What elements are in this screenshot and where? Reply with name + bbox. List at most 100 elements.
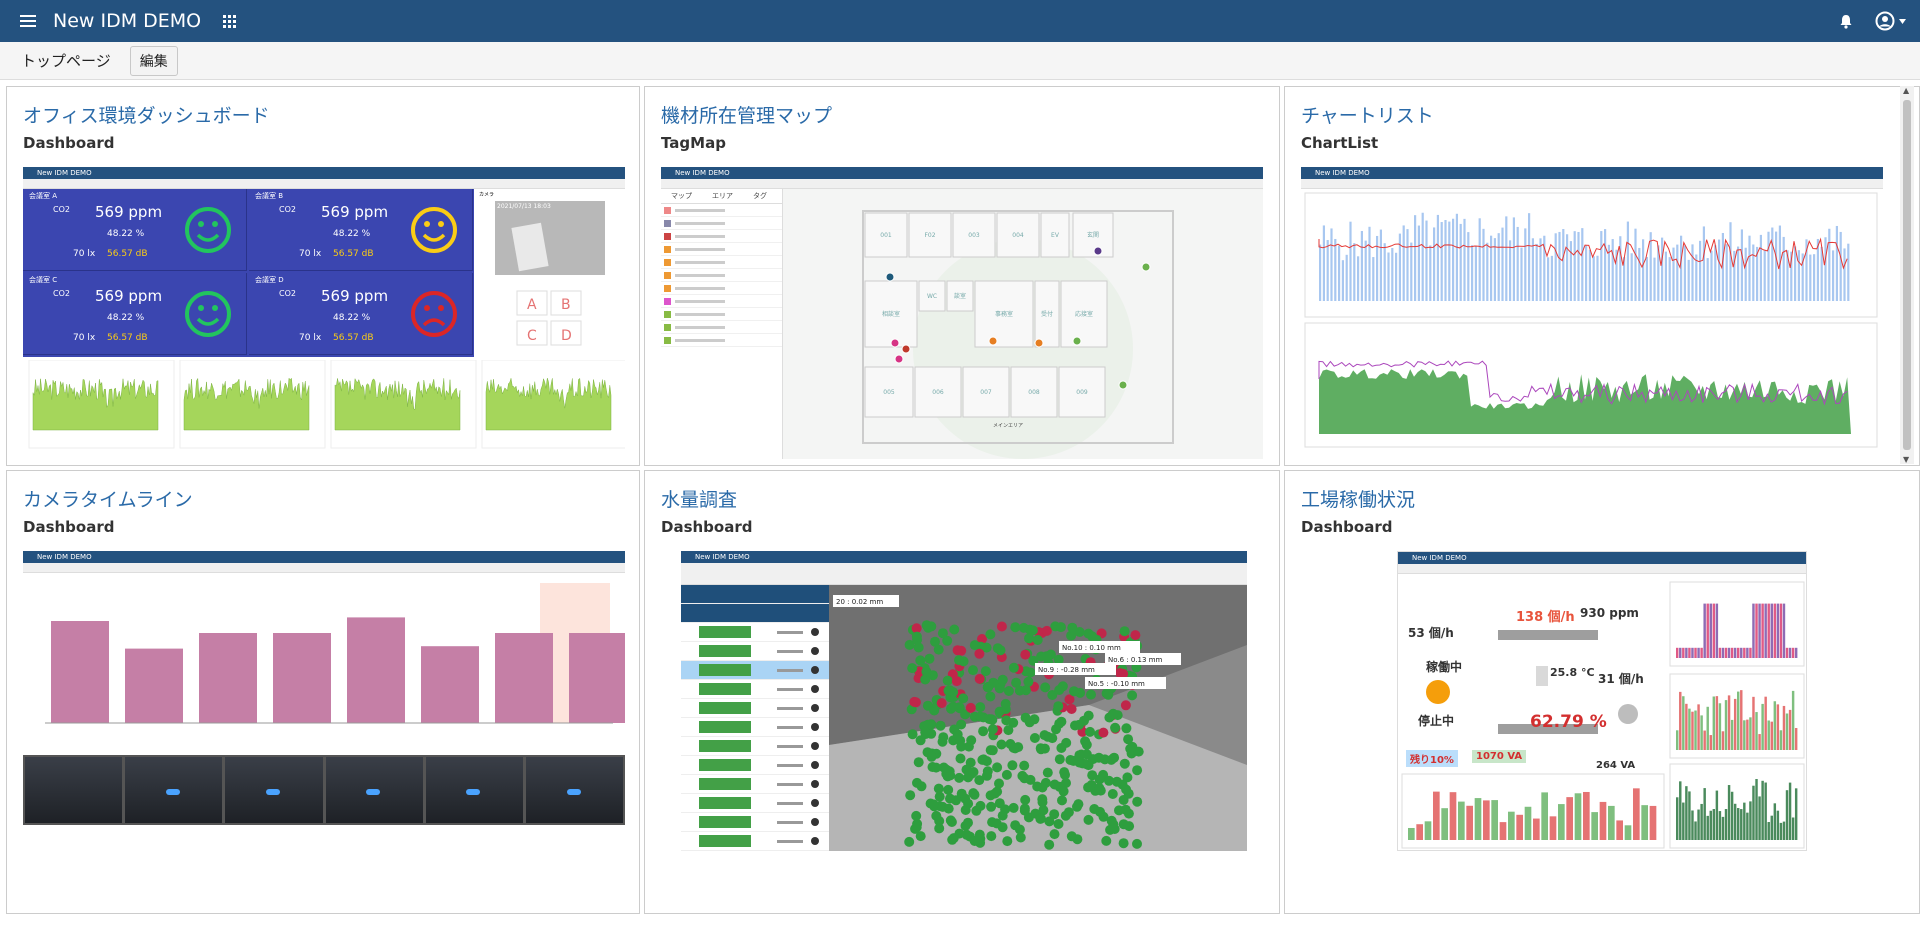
sensor-dot (937, 736, 948, 747)
factory-chart-bar (1676, 647, 1679, 658)
tag-list-item[interactable] (661, 308, 782, 321)
card-chartlist: チャートリスト ChartList New IDM DEMO (1284, 86, 1920, 466)
sensor-dot (934, 823, 945, 834)
sensor-dot (1049, 809, 1060, 820)
tag-list: マップ エリア タグ (661, 189, 783, 459)
water-list-item[interactable] (681, 718, 829, 737)
card-title[interactable]: カメラタイムライン (23, 485, 193, 512)
factory-chart-bar (1737, 691, 1740, 750)
card-title[interactable]: チャートリスト (1301, 101, 1434, 128)
chart-bar (1326, 240, 1329, 301)
breadcrumb-home[interactable]: トップページ (21, 50, 111, 71)
sensor-dot (994, 798, 1005, 809)
camera-frame-thumbnail[interactable] (125, 757, 223, 823)
tag-list-item[interactable] (661, 269, 782, 282)
chart-bar (1459, 223, 1462, 301)
factory-chart-bar (1776, 810, 1780, 840)
water-list-item[interactable] (681, 794, 829, 813)
tag-list-item[interactable] (661, 334, 782, 347)
factory-chart-bar (1758, 734, 1761, 750)
co2-value: 569 ppm (95, 287, 163, 305)
camera-frame-thumbnail[interactable] (325, 757, 423, 823)
chart-bar (1535, 243, 1538, 301)
card-title[interactable]: オフィス環境ダッシュボード (23, 101, 270, 128)
tag-map-area[interactable]: 001 F02 003 004 EV 玄関 相談室 WC 談室 事務室 受付 応接室 005 006 007… (783, 189, 1263, 459)
card-thumbnail[interactable]: New IDM DEMO (23, 551, 625, 825)
sensor-dot (978, 754, 989, 765)
card-thumbnail[interactable]: New IDM DEMO 138 個/h 930 ppm 53 個/h 31 個… (1397, 551, 1807, 851)
water-list-item[interactable] (681, 756, 829, 775)
water-list-item[interactable] (681, 775, 829, 794)
card-thumbnail[interactable]: New IDM DEMO 会議室 A CO2 569 ppm 48.22 % 7… (23, 167, 625, 451)
factory-chart-bar (1700, 803, 1703, 840)
tag-list-item[interactable] (661, 321, 782, 334)
notification-bell-icon[interactable] (1839, 14, 1853, 29)
factory-chart-bar (1740, 809, 1743, 840)
card-title[interactable]: 工場稼働状況 (1301, 485, 1415, 512)
water-list-item[interactable] (681, 585, 829, 604)
card-thumbnail[interactable]: New IDM DEMO 20 : 0.02 mm No.10 : 0.10 mm… (681, 551, 1247, 851)
edit-button[interactable]: 編集 (129, 45, 178, 76)
tab-map[interactable]: マップ (661, 189, 702, 203)
card-thumbnail[interactable]: New IDM DEMO マップ エリア タグ 001 F02 003 004 EV 玄関… (661, 167, 1263, 459)
chart-bar (1440, 222, 1443, 301)
factory-chart-bar (1764, 603, 1767, 658)
map-room-label: EV (1051, 232, 1060, 239)
factory-chart-bar (1788, 709, 1792, 750)
face-icon (185, 291, 231, 337)
tab-area[interactable]: エリア (702, 189, 743, 203)
chart-bar (1395, 252, 1398, 301)
app-title[interactable]: New IDM DEMO (53, 10, 201, 32)
apps-grid-icon[interactable] (223, 14, 237, 28)
tag-list-item[interactable] (661, 217, 782, 230)
water-list-item[interactable] (681, 699, 829, 718)
camera-frame-thumbnail[interactable] (425, 757, 523, 823)
map-room-label: 004 (1012, 232, 1024, 239)
water-list-item[interactable] (681, 680, 829, 699)
camera-frame-thumbnail[interactable] (25, 757, 123, 823)
factory-chart-bar (1541, 792, 1548, 840)
tag-color-icon (664, 206, 671, 214)
card-thumbnail[interactable]: New IDM DEMO (1301, 167, 1883, 457)
measure-label: No.9 : -0.28 mm (1038, 666, 1095, 674)
sensor-dot (1040, 682, 1051, 693)
hamburger-menu-icon[interactable] (20, 12, 36, 30)
user-menu[interactable] (1875, 11, 1906, 31)
chart-bar (1539, 238, 1542, 301)
sensor-dot (956, 719, 967, 730)
tag-list-item[interactable] (661, 282, 782, 295)
water-list-item[interactable] (681, 604, 829, 623)
camera-image: 2021/07/13 18:03 (495, 201, 605, 275)
sensor-dot (1063, 807, 1074, 818)
sensor-dot (992, 786, 1003, 797)
sensor-dot (1035, 743, 1046, 754)
mini-toolbar (661, 179, 1263, 189)
tag-list-item[interactable] (661, 295, 782, 308)
tag-list-item[interactable] (661, 230, 782, 243)
factory-chart-bar (1733, 647, 1737, 658)
water-list-item[interactable] (681, 623, 829, 642)
camera-frame-thumbnail[interactable] (225, 757, 323, 823)
card-factory-status: 工場稼働状況 Dashboard New IDM DEMO 138 個/h 93… (1284, 470, 1920, 914)
water-list-item[interactable] (681, 642, 829, 661)
map-room-label: 玄関 (1087, 231, 1099, 239)
chart-bar (1330, 228, 1333, 301)
tag-list-item[interactable] (661, 243, 782, 256)
camera-frame-thumbnail[interactable] (525, 757, 624, 823)
factory-va2: 264 VA (1596, 760, 1636, 771)
water-list-item[interactable] (681, 737, 829, 756)
water-list-item[interactable] (681, 832, 829, 851)
tag-list-item[interactable] (661, 256, 782, 269)
sensor-dot (987, 817, 998, 828)
card-scrollbar[interactable]: ▲ ▼ (1900, 86, 1914, 464)
water-3d-view[interactable]: 20 : 0.02 mm No.10 : 0.10 mm No.6 : 0.13 m… (829, 585, 1247, 851)
card-title[interactable]: 水量調査 (661, 485, 737, 512)
water-list-item[interactable] (681, 813, 829, 832)
water-list-item[interactable] (681, 661, 829, 680)
card-title[interactable]: 機材所在管理マップ (661, 101, 832, 128)
map-room-label: 009 (1076, 389, 1088, 396)
tab-tag[interactable]: タグ (743, 189, 777, 203)
sensor-dot (1049, 779, 1060, 790)
factory-chart-bar (1676, 797, 1679, 840)
tag-list-item[interactable] (661, 204, 782, 217)
